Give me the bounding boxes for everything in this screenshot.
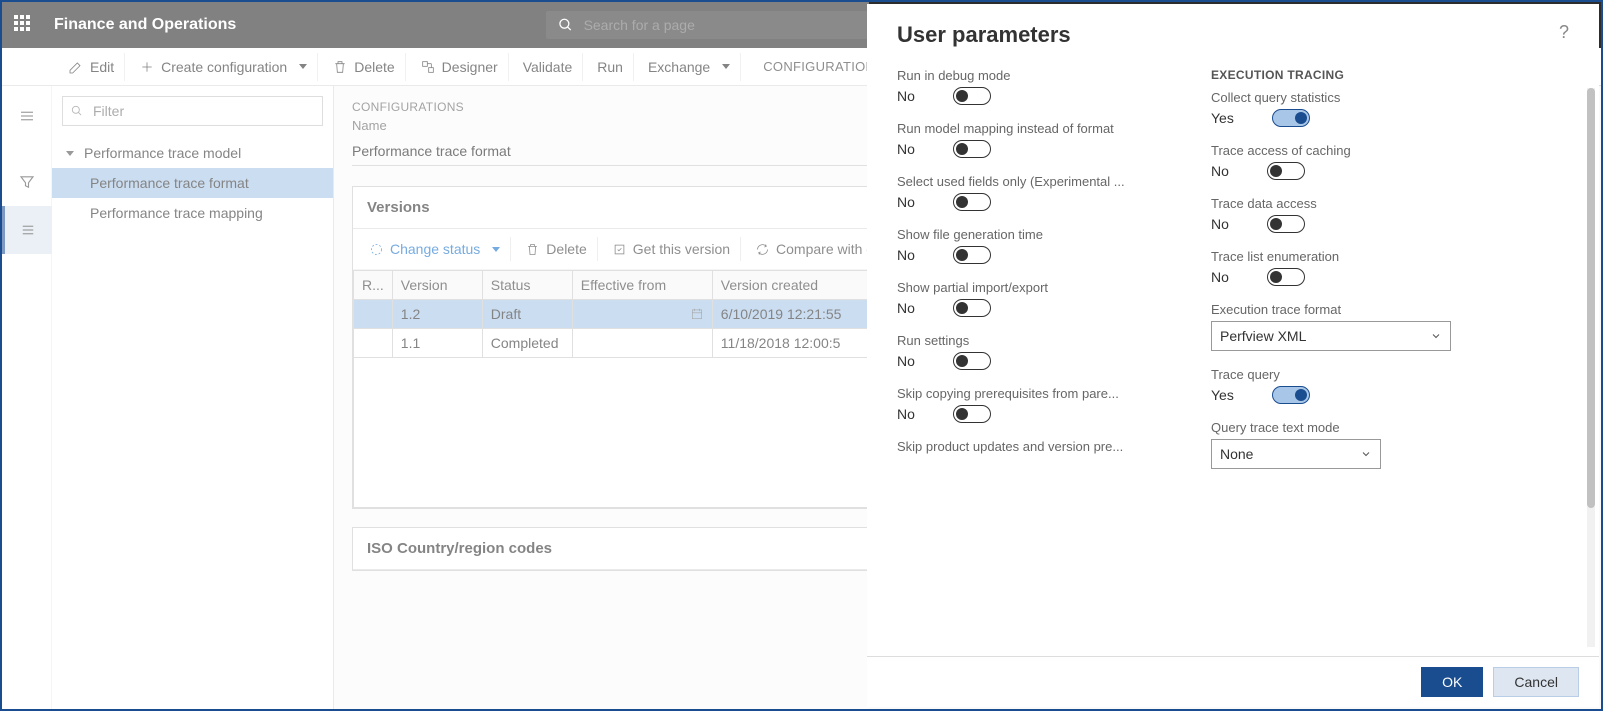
name-value: Performance trace format — [352, 139, 918, 166]
toggle[interactable] — [953, 87, 991, 105]
col-eff[interactable]: Effective from — [572, 271, 712, 300]
chevron-down-icon — [1360, 448, 1372, 460]
status-icon — [369, 242, 384, 257]
filter-rail-icon[interactable] — [2, 158, 52, 206]
field-value: No — [1211, 269, 1229, 285]
query-mode-label: Query trace text mode — [1211, 420, 1481, 435]
search-icon — [558, 17, 573, 33]
get-icon — [612, 242, 627, 257]
field-label: Run in debug mode — [897, 68, 1167, 83]
field-value: No — [1211, 163, 1229, 179]
field-value: No — [897, 353, 915, 369]
exec-format-select[interactable]: Perfview XML — [1211, 321, 1451, 351]
col-version[interactable]: Version — [392, 271, 482, 300]
designer-icon — [420, 59, 436, 75]
toggle[interactable] — [953, 140, 991, 158]
delete-button[interactable]: Delete — [322, 53, 405, 81]
edit-icon — [68, 59, 84, 75]
field-value: No — [897, 300, 915, 316]
filter-input[interactable] — [62, 96, 323, 126]
change-status-button[interactable]: Change status — [359, 237, 511, 261]
field-label: Show file generation time — [897, 227, 1167, 242]
exec-format-label: Execution trace format — [1211, 302, 1481, 317]
field-label: Trace access of caching — [1211, 143, 1481, 158]
toggle[interactable] — [953, 299, 991, 317]
trash-icon — [525, 242, 540, 257]
run-button[interactable]: Run — [587, 53, 634, 81]
validate-button[interactable]: Validate — [513, 53, 584, 81]
col-r[interactable]: R... — [354, 271, 393, 300]
edit-button[interactable]: Edit — [58, 53, 125, 81]
list-rail-icon[interactable] — [2, 206, 52, 254]
field-value: No — [897, 88, 915, 104]
exchange-button[interactable]: Exchange — [638, 53, 741, 81]
field-value: No — [897, 141, 915, 157]
filter-search-icon — [70, 104, 84, 118]
calendar-icon[interactable] — [690, 307, 704, 321]
field-label: Show partial import/export — [897, 280, 1167, 295]
trash-icon — [332, 59, 348, 75]
trace-query-label: Trace query — [1211, 367, 1481, 382]
exec-tracing-header: EXECUTION TRACING — [1211, 68, 1481, 82]
help-icon[interactable]: ? — [1559, 22, 1569, 43]
toggle[interactable] — [953, 352, 991, 370]
toggle[interactable] — [953, 405, 991, 423]
field-label: Trace data access — [1211, 196, 1481, 211]
app-title: Finance and Operations — [54, 16, 236, 34]
panel-title: User parameters — [897, 22, 1071, 48]
compare-icon — [755, 242, 770, 257]
hamburger-icon[interactable] — [2, 92, 52, 140]
col-status[interactable]: Status — [482, 271, 572, 300]
toggle[interactable] — [1272, 109, 1310, 127]
field-label: Run settings — [897, 333, 1167, 348]
field-value: No — [897, 406, 915, 422]
toggle[interactable] — [1267, 162, 1305, 180]
tree-item-mapping[interactable]: Performance trace mapping — [52, 198, 333, 228]
breadcrumb: CONFIGURATION — [763, 59, 875, 74]
scrollbar[interactable] — [1587, 88, 1595, 647]
designer-button[interactable]: Designer — [410, 53, 509, 81]
cancel-button[interactable]: Cancel — [1493, 667, 1579, 697]
create-config-button[interactable]: Create configuration — [129, 53, 318, 81]
tree-root[interactable]: Performance trace model — [52, 138, 333, 168]
toggle[interactable] — [953, 193, 991, 211]
ok-button[interactable]: OK — [1421, 667, 1483, 697]
versions-delete-button[interactable]: Delete — [515, 237, 597, 261]
field-label: Skip copying prerequisites from pare... — [897, 386, 1167, 401]
field-value: No — [897, 194, 915, 210]
field-label: Skip product updates and version pre... — [897, 439, 1167, 454]
field-value: Yes — [1211, 110, 1234, 126]
trace-query-toggle[interactable] — [1272, 386, 1310, 404]
field-label: Collect query statistics — [1211, 90, 1481, 105]
app-launcher-icon[interactable] — [14, 15, 34, 35]
field-label: Trace list enumeration — [1211, 249, 1481, 264]
compare-button[interactable]: Compare with d — [745, 237, 885, 261]
tree-item-format[interactable]: Performance trace format — [52, 168, 333, 198]
field-value: No — [897, 247, 915, 263]
query-mode-select[interactable]: None — [1211, 439, 1381, 469]
user-parameters-panel: User parameters ? Run in debug mode No Run… — [867, 4, 1599, 707]
name-label: Name — [352, 118, 918, 133]
field-value: No — [1211, 216, 1229, 232]
get-version-button[interactable]: Get this version — [602, 237, 741, 261]
toggle[interactable] — [953, 246, 991, 264]
field-label: Select used fields only (Experimental ..… — [897, 174, 1167, 189]
chevron-down-icon — [1430, 330, 1442, 342]
field-label: Run model mapping instead of format — [897, 121, 1167, 136]
toggle[interactable] — [1267, 268, 1305, 286]
plus-icon — [139, 59, 155, 75]
toggle[interactable] — [1267, 215, 1305, 233]
